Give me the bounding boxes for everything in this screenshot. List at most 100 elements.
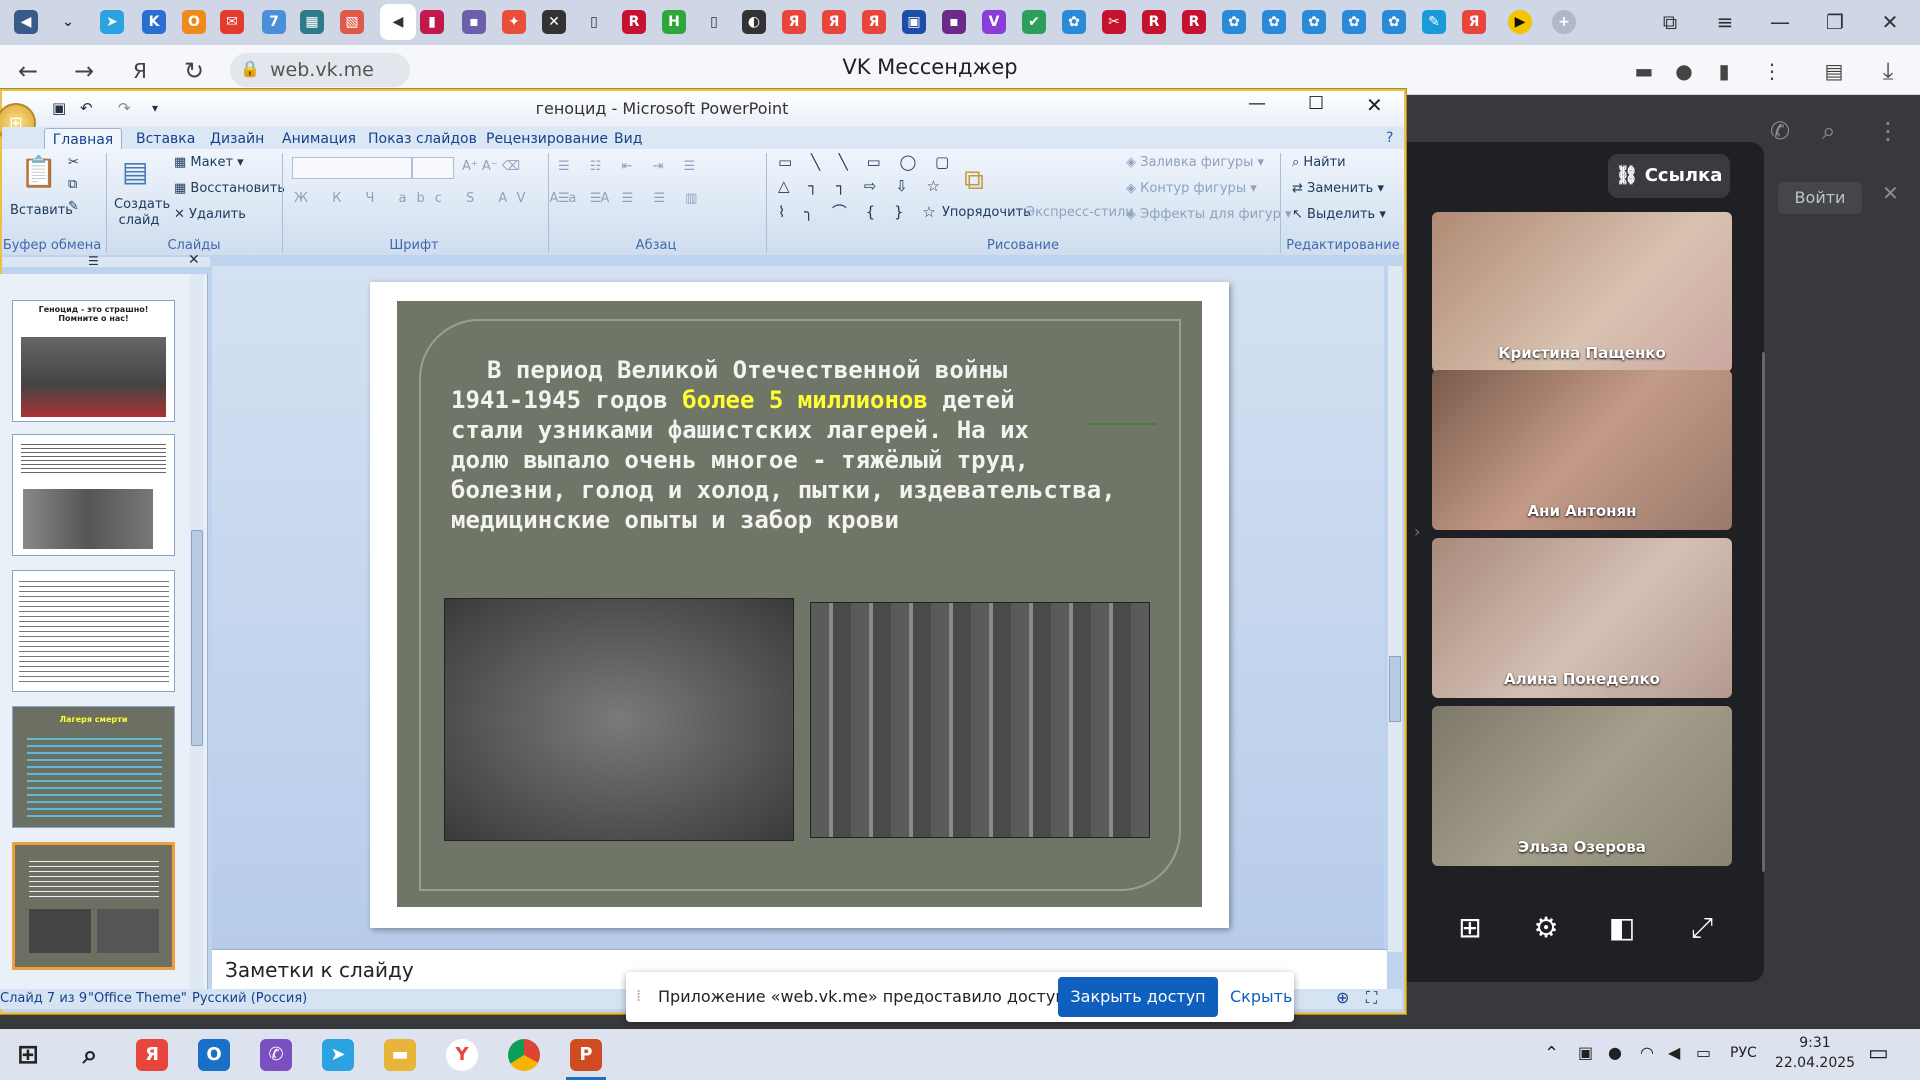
search-icon[interactable]: ⌕ [1822,117,1835,145]
app-tab-icon[interactable]: ◐ [742,10,766,34]
minimize-icon[interactable]: — [1248,93,1266,114]
forward-icon[interactable]: → [68,55,100,87]
paste-button[interactable]: Вставить [10,203,73,218]
ok-tab-icon[interactable]: O [182,10,206,34]
app-tab-icon[interactable]: ✿ [1062,10,1086,34]
outlook-taskbar-icon[interactable]: O [198,1039,230,1071]
tray-app-icon[interactable]: ▣ [1578,1043,1593,1062]
tabs-collection-icon[interactable]: ⧉ [1655,8,1685,36]
hd-tab-icon[interactable]: H [662,10,686,34]
cut-icon[interactable]: ✂ [68,155,79,170]
maximize-icon[interactable]: ☐ [1308,93,1324,114]
file-explorer-taskbar-icon[interactable]: ▬ [384,1039,416,1071]
shapes-gallery[interactable]: ▭ ╲ ╲ ▭ ◯ ▢ [778,153,956,171]
outline-tab-icon[interactable]: ☰ [88,254,99,268]
app-tab-icon[interactable]: ✦ [502,10,526,34]
yandex-tab-icon[interactable]: Я [822,10,846,34]
chevron-right-icon[interactable]: › [1414,522,1420,541]
back-icon[interactable]: ← [12,55,44,87]
help-icon[interactable]: ? [1386,130,1393,146]
hide-banner-link[interactable]: Скрыть [1230,987,1292,1006]
windows-start-icon[interactable]: ⊞ [12,1039,44,1071]
app-tab-icon[interactable]: ✕ [542,10,566,34]
tab-review[interactable]: Рецензирование [486,128,608,150]
slide-thumbnail[interactable]: Геноцид - это страшно! Помните о нас! [12,300,175,422]
app-tab-icon[interactable]: ▪ [462,10,486,34]
camera-icon[interactable]: ▬ [1628,55,1660,87]
shape-fill-button[interactable]: ◈ Заливка фигуры ▾ [1126,155,1264,170]
yandex-home-icon[interactable]: Я [124,55,156,87]
mail-tab-icon[interactable]: ✉ [220,10,244,34]
doc-tab-icon[interactable]: ▯ [702,10,726,34]
replace-button[interactable]: ⇄ Заменить ▾ [1292,181,1384,196]
download-icon[interactable]: ⤓ [1872,55,1904,87]
rutube-tab-icon[interactable]: R [1182,10,1206,34]
doc-tab-icon[interactable]: ▯ [582,10,606,34]
viber-tab-icon[interactable]: V [982,10,1006,34]
battery-icon[interactable]: ▭ [1696,1043,1711,1062]
fullscreen-icon[interactable]: ⤢ [1680,906,1724,950]
app-tab-icon[interactable]: ✂ [1102,10,1126,34]
format-painter-icon[interactable]: ✎ [68,199,79,214]
rutube-tab-icon[interactable]: R [1142,10,1166,34]
viber-taskbar-icon[interactable]: ✆ [260,1039,292,1071]
participant-tile[interactable]: Кристина Пащенко [1432,212,1732,372]
tab-design[interactable]: Дизайн [210,128,264,150]
list-buttons[interactable]: ☰ ☷ ⇤ ⇥ ☰ [558,159,703,174]
volume-icon[interactable]: ◀ [1668,1043,1680,1062]
rutube-tab-icon[interactable]: R [622,10,646,34]
slide-photo-children[interactable] [444,598,794,841]
undo-icon[interactable]: ↶ [80,99,93,117]
grid-layout-icon[interactable]: ⊞ [1448,906,1492,950]
participant-tile[interactable]: Алина Понеделко [1432,538,1732,698]
align-buttons[interactable]: ☰ ☰ ☰ ☰ ▥ [558,191,705,206]
more-menu-icon[interactable]: ⋮ [1756,55,1788,87]
search-icon[interactable]: ⌕ [74,1039,106,1071]
yandex-tab-icon[interactable]: Я [862,10,886,34]
font-family-select[interactable] [292,157,412,179]
play-tab-icon[interactable]: ▶ [1508,10,1532,34]
participant-tile[interactable]: Ани Антонян [1432,370,1732,530]
tab-list-chevron-icon[interactable]: ⌄ [56,10,80,34]
app-tab-icon[interactable]: ✿ [1222,10,1246,34]
yandex-tab-icon[interactable]: Я [1462,10,1486,34]
thumbnails-scrollbar[interactable] [190,274,204,989]
microphone-icon[interactable]: ● [1668,55,1700,87]
delete-slide-button[interactable]: ✕ Удалить [174,207,246,222]
tray-chevron-icon[interactable]: ⌃ [1544,1043,1559,1064]
bookmark-icon[interactable]: ▮ [1708,55,1740,87]
slide-canvas[interactable]: В период Великой Отечественной войны 194… [370,282,1229,928]
new-tab-plus-icon[interactable]: + [1552,10,1576,34]
copy-link-button[interactable]: ⛓ Ссылка [1608,154,1730,198]
pdf-tab-icon[interactable]: ▧ [340,10,364,34]
more-icon[interactable]: ⋮ [1876,117,1900,145]
shape-outline-button[interactable]: ◈ Контур фигуры ▾ [1126,181,1257,196]
tab-slideshow[interactable]: Показ слайдов [368,128,477,150]
microphone-tray-icon[interactable]: ● [1608,1043,1622,1062]
tab-view[interactable]: Вид [614,128,642,150]
slide-thumbnail-selected[interactable] [12,842,175,970]
yandex-browser-taskbar-icon[interactable]: Y [446,1039,478,1071]
menu-icon[interactable]: ≡ [1710,8,1740,36]
select-button[interactable]: ↖ Выделить ▾ [1292,207,1386,222]
scrollbar-thumb[interactable] [191,530,203,746]
tab-home[interactable]: Главная [44,128,122,150]
fit-slide-icon[interactable]: ⛶ [1366,988,1377,1008]
app-tab-icon[interactable]: ✿ [1342,10,1366,34]
copy-icon[interactable]: ⧉ [68,177,77,192]
arrange-icon[interactable]: ⧉ [964,163,984,197]
reload-icon[interactable]: ↻ [178,55,210,87]
shape-effects-button[interactable]: ◈ Эффекты для фигур ▾ [1126,207,1292,222]
app-tab-icon[interactable]: ✿ [1302,10,1326,34]
reading-list-icon[interactable]: ▤ [1818,55,1850,87]
keyboard-language[interactable]: РУС [1730,1045,1757,1061]
wifi-icon[interactable]: ◠ [1640,1043,1654,1062]
quick-access-chevron-icon[interactable]: ▾ [152,101,158,115]
new-slide-button[interactable]: Создать слайд [114,197,170,229]
slide-thumbnail[interactable]: Лагеря смерти [12,706,175,828]
check-tab-icon[interactable]: ✔ [1022,10,1046,34]
slide-thumbnail[interactable] [12,434,175,556]
new-slide-icon[interactable]: ▤ [122,155,148,188]
app-tab-icon[interactable]: ✿ [1382,10,1406,34]
slide-photo-prisoners[interactable] [810,602,1150,838]
